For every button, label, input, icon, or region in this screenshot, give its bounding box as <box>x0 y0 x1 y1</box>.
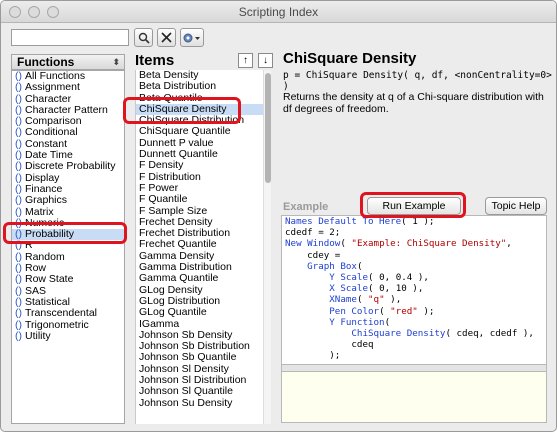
function-category-label: Row <box>25 262 47 275</box>
window-title: Scripting Index <box>238 5 319 19</box>
function-icon: () <box>15 216 22 229</box>
function-icon: () <box>15 318 22 331</box>
run-example-button[interactable]: Run Example <box>367 197 461 215</box>
code-line: ); <box>285 350 341 362</box>
x-icon <box>161 32 172 43</box>
function-category-label: All Functions <box>25 70 86 82</box>
code-line: cdeq <box>285 339 374 351</box>
code-line: New Window( "Example: ChiSquare Density"… <box>285 238 512 250</box>
function-category-label: Random <box>25 250 65 263</box>
clear-search-button[interactable] <box>157 28 176 47</box>
search-input[interactable] <box>11 29 129 46</box>
code-line: Y Function( <box>329 316 391 328</box>
function-category-label: Probability <box>25 228 75 241</box>
function-icon: () <box>15 92 22 105</box>
function-category-label: Matrix <box>25 205 54 218</box>
function-category-item[interactable]: () Utility <box>12 329 124 342</box>
function-icon: () <box>15 194 22 207</box>
code-line: ChiSquare Density( cdeq, cdedf ), <box>351 327 534 339</box>
item-row[interactable]: F Quantile <box>136 193 263 205</box>
function-category-label: Transcendental <box>25 307 97 320</box>
function-icon: () <box>15 149 22 162</box>
title-bar: Scripting Index <box>1 1 556 23</box>
code-line: Y Scale( 0, 0.4 ), <box>329 271 429 283</box>
scripting-index-window: Scripting Index Functions ⬍ Items ↑ ↓ ()… <box>0 0 557 432</box>
example-output-pane[interactable] <box>281 371 547 423</box>
move-down-button[interactable]: ↓ <box>258 53 273 68</box>
item-row[interactable]: Beta Distribution <box>136 80 263 92</box>
function-category-label: Trigonometric <box>25 318 89 331</box>
code-line: X Scale( 0, 10 ), <box>329 283 424 295</box>
items-header: Items <box>135 52 175 69</box>
functions-header-label: Functions <box>17 55 75 69</box>
function-category-label: Graphics <box>25 194 68 207</box>
function-category-label: Date Time <box>25 149 73 162</box>
function-icon: () <box>15 103 22 116</box>
example-code-editor[interactable]: Names Default To Here( 1 ); cdedf = 2; New… <box>281 215 547 365</box>
search-button[interactable] <box>134 28 153 47</box>
item-title: ChiSquare Density <box>283 50 417 67</box>
code-line: XName( "q" ), <box>329 294 402 306</box>
function-category-label: Constant <box>25 137 68 150</box>
function-category-label: Display <box>25 171 60 184</box>
item-row[interactable]: F Density <box>136 160 263 172</box>
arrow-down-icon: ↓ <box>263 55 268 66</box>
function-icon: () <box>15 228 22 241</box>
function-icon: () <box>15 329 22 342</box>
items-list[interactable]: Beta Density Beta Distribution Beta Quanti… <box>135 70 263 424</box>
chevron-updown-icon: ⬍ <box>112 57 120 67</box>
function-icon: () <box>15 295 22 308</box>
scrollbar-thumb[interactable] <box>265 73 271 183</box>
magnifier-icon <box>138 32 150 44</box>
function-category-label: R <box>25 239 33 252</box>
gear-dropdown-icon <box>183 33 200 42</box>
functions-category-dropdown[interactable]: Functions ⬍ <box>11 54 125 70</box>
code-line: cdedf = 2; <box>285 227 341 239</box>
function-category-label: Character <box>25 92 72 105</box>
arrow-up-icon: ↑ <box>243 55 248 66</box>
options-dropdown-button[interactable] <box>180 28 204 47</box>
function-category-label: Finance <box>25 182 63 195</box>
function-icon: () <box>15 160 22 173</box>
move-up-button[interactable]: ↑ <box>238 53 253 68</box>
code-line: cdey = <box>285 249 341 261</box>
function-category-label: Discrete Probability <box>25 160 116 173</box>
topic-help-button[interactable]: Topic Help <box>485 197 547 215</box>
function-category-label: Row State <box>25 273 74 286</box>
code-line: Pen Color( "red" ); <box>329 305 435 317</box>
item-syntax: p = ChiSquare Density( q, df, <nonCentra… <box>283 70 552 92</box>
code-line: Graph Box( <box>307 260 363 272</box>
function-icon: () <box>15 137 22 150</box>
function-category-label: Utility <box>25 329 51 342</box>
code-line: Names Default To Here( 1 ); <box>285 216 435 227</box>
function-category-label: Statistical <box>25 295 70 308</box>
function-category-label: Assignment <box>25 81 80 94</box>
function-icon: () <box>15 126 22 139</box>
item-row[interactable]: Johnson Sl Quantile <box>136 386 263 398</box>
function-icon: () <box>15 115 22 128</box>
function-icon: () <box>15 262 22 275</box>
function-category-label: Numeric <box>25 216 65 229</box>
function-category-label: Character Pattern <box>25 103 108 116</box>
function-category-label: Conditional <box>25 126 78 139</box>
item-description: Returns the density at q of a Chi-square… <box>283 91 544 115</box>
function-icon: () <box>15 171 22 184</box>
example-label: Example <box>283 201 329 213</box>
item-row[interactable]: Gamma Quantile <box>136 273 263 285</box>
item-row[interactable]: Johnson Su Density <box>136 397 263 409</box>
function-category-label: SAS <box>25 284 47 297</box>
function-icon: () <box>15 70 22 82</box>
function-icon: () <box>15 307 22 320</box>
function-icon: () <box>15 205 22 218</box>
functions-list[interactable]: () All Functions() Assignment() Character()… <box>11 70 125 424</box>
function-icon: () <box>15 250 22 263</box>
item-row[interactable]: GLog Quantile <box>136 306 263 318</box>
function-icon: () <box>15 81 22 94</box>
function-icon: () <box>15 284 22 297</box>
function-icon: () <box>15 273 22 286</box>
function-category-label: Comparison <box>25 115 82 128</box>
items-scrollbar[interactable] <box>263 70 271 424</box>
function-icon: () <box>15 182 22 195</box>
function-icon: () <box>15 239 22 252</box>
